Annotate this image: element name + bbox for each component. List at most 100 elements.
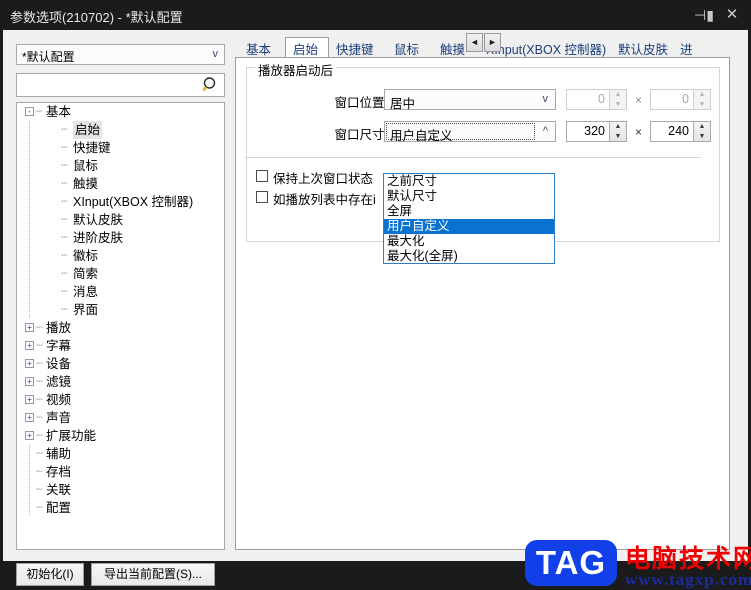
tree-stub: ┄ [61, 232, 68, 244]
initialize-button[interactable]: 初始化(I) [16, 563, 84, 586]
tree-item[interactable]: ┄ 快捷键 [17, 139, 224, 157]
search-input[interactable] [21, 77, 200, 95]
tree-item[interactable]: + ┄ 滤镜 [17, 373, 224, 391]
watermark: TAG 电脑技术网 www.tagxp.com [525, 538, 751, 590]
chevron-down-icon: v [212, 48, 219, 60]
settings-tree[interactable]: - ┄ 基本 ┄ 启始 ┄ 快捷键 ┄ 鼠标 ┄ 触摸 ┄ XInput(XBOX 控制器) ┄ 默认皮肤 ┄… [16, 102, 225, 550]
tree-item-label: 鼠标 [73, 159, 99, 173]
collapse-icon[interactable]: - [25, 107, 34, 116]
spinner-up-icon[interactable]: ▲ [694, 90, 710, 99]
tree-item[interactable]: + ┄ 声音 [17, 409, 224, 427]
spinner-arrows[interactable]: ▲ ▼ [694, 121, 711, 142]
tab-scroll-left-button[interactable]: ◄ [466, 33, 483, 52]
tree-stub: ┄ [61, 178, 68, 190]
tree-stub: ┄ [61, 250, 68, 262]
tree-item[interactable]: ┄ 触摸 [17, 175, 224, 193]
tree-item-label: 进阶皮肤 [73, 231, 124, 245]
tree-item[interactable]: ┄ 徽标 [17, 247, 224, 265]
tree-item[interactable]: ┄ 存档 [17, 463, 224, 481]
options-window: 参数选项(210702) - *默认配置 ⊣▮ ✕ *默认配置 v - ┄ 基本 ┄ 启… [0, 0, 751, 589]
window-size-dropdown-list[interactable]: 之前尺寸 默认尺寸 全屏 用户自定义 最大化 最大化(全屏) [383, 173, 555, 264]
tree-item[interactable]: ┄ XInput(XBOX 控制器) [17, 193, 224, 211]
spinner-down-icon[interactable]: ▼ [694, 100, 710, 109]
close-icon[interactable]: ✕ [721, 5, 743, 25]
checkbox-box[interactable] [256, 170, 268, 182]
spinner-arrows[interactable]: ▲ ▼ [694, 89, 711, 110]
checkbox-box[interactable] [256, 191, 268, 203]
export-config-button[interactable]: 导出当前配置(S)... [91, 563, 215, 586]
tree-item[interactable]: ┄ 简索 [17, 265, 224, 283]
search-icon [202, 77, 216, 92]
tree-item[interactable]: ┄ 关联 [17, 481, 224, 499]
tree-stub: ┄ [36, 502, 43, 514]
tree-item[interactable]: ┄ 进阶皮肤 [17, 229, 224, 247]
tree-item-label: 徽标 [73, 249, 99, 263]
tree-stub: ┄ [61, 124, 68, 136]
tree-item[interactable]: ┄ 辅助 [17, 445, 224, 463]
expand-icon[interactable]: + [25, 341, 34, 350]
tree-item-label: 声音 [46, 411, 72, 425]
spinner-down-icon[interactable]: ▼ [610, 132, 626, 141]
expand-icon[interactable]: + [25, 323, 34, 332]
tree-item[interactable]: ┄ 配置 [17, 499, 224, 517]
expand-icon[interactable]: + [25, 431, 34, 440]
dropdown-option[interactable]: 默认尺寸 [384, 189, 554, 204]
spinner-arrows[interactable]: ▲ ▼ [610, 121, 627, 142]
pin-icon[interactable]: ⊣▮ [693, 5, 715, 25]
dropdown-option[interactable]: 最大化(全屏) [384, 249, 554, 264]
window-size-label: 窗口尺寸: [334, 128, 388, 142]
window-height-value[interactable]: 240 [650, 121, 694, 142]
watermark-logo: TAG [525, 540, 617, 586]
config-profile-combo[interactable]: *默认配置 v [16, 44, 225, 65]
window-size-combo[interactable]: 用户自定义 ^ [384, 121, 556, 143]
dropdown-option[interactable]: 全屏 [384, 204, 554, 219]
window-width-value[interactable]: 320 [566, 121, 610, 142]
expand-icon[interactable]: + [25, 395, 34, 404]
tree-item-label: 设备 [46, 357, 72, 371]
tree-stub: ┄ [36, 448, 43, 460]
tree-item-label: 消息 [73, 285, 99, 299]
tree-item[interactable]: ┄ 界面 [17, 301, 224, 319]
tab-page-startup: 播放器启动后 窗口位置: 居中 v 0 ▲ ▼ × 0 ▲ ▼ 窗口尺寸: 用户… [235, 57, 730, 550]
tree-item-label: 存档 [46, 465, 72, 479]
checkbox-label: 如播放列表中存在i [273, 193, 376, 207]
expand-icon[interactable]: + [25, 359, 34, 368]
spinner-arrows[interactable]: ▲ ▼ [610, 89, 627, 110]
spinner-up-icon[interactable]: ▲ [694, 122, 710, 131]
tree-item-label: 快捷键 [73, 141, 111, 155]
group-box-title: 播放器启动后 [255, 60, 337, 79]
expand-icon[interactable]: + [25, 377, 34, 386]
dropdown-option[interactable]: 之前尺寸 [384, 174, 554, 189]
spinner-down-icon[interactable]: ▼ [610, 100, 626, 109]
tree-item[interactable]: + ┄ 字幕 [17, 337, 224, 355]
tree-item[interactable]: ┄ 鼠标 [17, 157, 224, 175]
dropdown-option[interactable]: 用户自定义 [384, 219, 554, 234]
spinner-up-icon[interactable]: ▲ [610, 90, 626, 99]
tree-item-label: 启始 [73, 121, 103, 139]
tree-item[interactable]: ┄ 默认皮肤 [17, 211, 224, 229]
tree-item[interactable]: + ┄ 视频 [17, 391, 224, 409]
tree-item-label: 基本 [46, 105, 72, 119]
tree-item-label: 滤镜 [46, 375, 72, 389]
tree-guide-line [29, 247, 30, 265]
tree-stub: ┄ [61, 214, 68, 226]
spinner-down-icon[interactable]: ▼ [694, 132, 710, 141]
tree-item-label: 配置 [46, 501, 72, 515]
window-position-combo[interactable]: 居中 v [384, 89, 556, 111]
tree-item[interactable]: + ┄ 设备 [17, 355, 224, 373]
tab-scroll-right-button[interactable]: ► [484, 33, 501, 52]
tree-item[interactable]: - ┄ 基本 [17, 103, 224, 121]
tree-item[interactable]: + ┄ 播放 [17, 319, 224, 337]
tree-guide-line [29, 139, 30, 157]
search-box[interactable] [16, 73, 225, 97]
expand-icon[interactable]: + [25, 413, 34, 422]
dropdown-option[interactable]: 最大化 [384, 234, 554, 249]
tree-item[interactable]: ┄ 消息 [17, 283, 224, 301]
spinner-up-icon[interactable]: ▲ [610, 122, 626, 131]
tree-item[interactable]: + ┄ 扩展功能 [17, 427, 224, 445]
window-position-x-value[interactable]: 0 [566, 89, 610, 110]
divider [245, 157, 701, 158]
window-position-y-value[interactable]: 0 [650, 89, 694, 110]
tree-stub: ┄ [36, 430, 43, 442]
tree-item[interactable]: ┄ 启始 [17, 121, 224, 139]
